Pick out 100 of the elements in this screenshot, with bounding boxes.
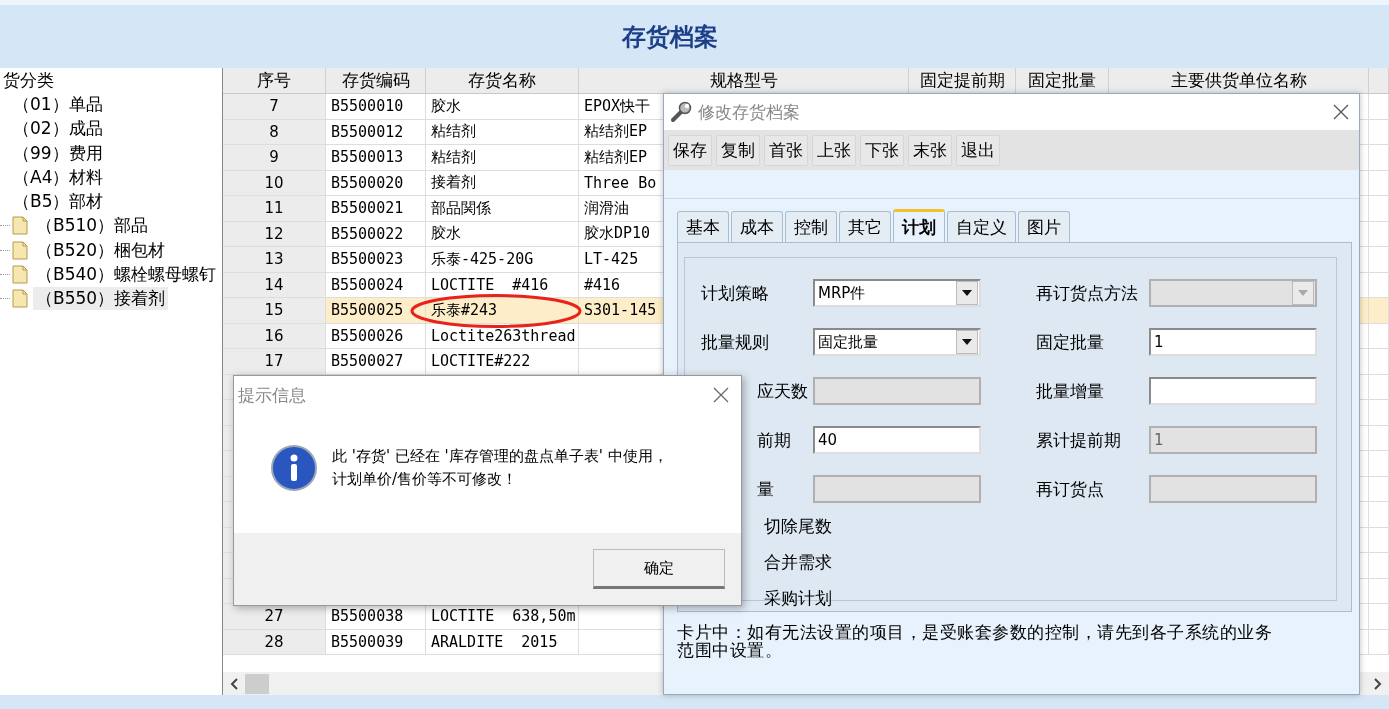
scroll-right-icon[interactable] — [1373, 677, 1383, 690]
tree-item[interactable]: （B520）梱包材 — [33, 238, 169, 262]
table-cell: B5500027 — [326, 349, 426, 374]
field-label: 量 — [757, 477, 775, 501]
checkbox-label: 采购计划 — [764, 587, 833, 610]
table-cell: 胶水 — [426, 221, 579, 246]
page-icon — [12, 240, 28, 260]
tree-item[interactable]: （B540）螺栓螺母螺钉 — [33, 263, 220, 286]
tree-item[interactable]: （B5）部材 — [10, 190, 107, 214]
checkbox-label: 合并需求 — [764, 551, 833, 574]
toolbar-button[interactable]: 上张 — [812, 134, 856, 166]
dropdown-field[interactable]: MRP件 — [813, 279, 981, 307]
dialog-title: 提示信息 — [238, 383, 306, 407]
table-cell: 部品関係 — [426, 196, 579, 221]
row-header: 15 — [223, 298, 326, 323]
input-field[interactable] — [1149, 377, 1317, 405]
scrollbar-track[interactable] — [1360, 672, 1389, 695]
scroll-thumb[interactable] — [245, 673, 269, 694]
field-label: 再订货点 — [1036, 477, 1105, 501]
table-cell: 乐泰#243 — [426, 298, 579, 323]
scroll-left-icon[interactable] — [229, 677, 239, 690]
table-cell: B5500024 — [326, 272, 426, 297]
close-icon[interactable] — [1333, 104, 1349, 120]
row-header: 28 — [223, 629, 326, 654]
table-cell: B5500020 — [326, 170, 426, 195]
tab[interactable]: 基本 — [677, 211, 729, 242]
dropdown-arrow-icon — [962, 290, 972, 296]
dropdown-arrow-icon — [1298, 290, 1308, 296]
field-label: 累计提前期 — [1036, 428, 1122, 452]
table-cell: B5500025 — [326, 298, 426, 323]
table-cell: LOCTITE #416 — [426, 272, 579, 297]
tab[interactable]: 计划 — [893, 209, 945, 242]
tab[interactable]: 成本 — [731, 211, 783, 242]
tree-item[interactable]: 货分类 — [0, 68, 57, 92]
input-field[interactable]: 40 — [813, 426, 981, 454]
row-header: 13 — [223, 247, 326, 272]
table-cell: B5500039 — [326, 629, 426, 654]
toolbar-button[interactable]: 复制 — [716, 134, 760, 166]
column-header[interactable]: 存货名称 — [426, 68, 579, 93]
table-cell: 接着剂 — [426, 170, 579, 195]
table-cell: 粘结剂 — [426, 145, 579, 170]
table-cell: ARALDITE 2015 — [426, 629, 579, 654]
tab[interactable]: 控制 — [785, 211, 837, 242]
message-text: 计划单价/售价等不可修改！ — [332, 469, 519, 489]
row-header: 27 — [223, 604, 326, 629]
row-header: 14 — [223, 272, 326, 297]
row-header: 8 — [223, 119, 326, 144]
page-icon — [12, 265, 28, 284]
field-label: 批量增量 — [1036, 379, 1105, 403]
table-cell: B5500012 — [326, 119, 426, 144]
toolbar-button[interactable]: 末张 — [908, 134, 952, 166]
table-cell: Loctite263thread — [426, 323, 579, 348]
row-header: 7 — [223, 94, 326, 119]
row-header: 11 — [223, 196, 326, 221]
table-cell: B5500022 — [326, 221, 426, 246]
row-header: 10 — [223, 170, 326, 195]
field-label: 批量规则 — [701, 330, 770, 354]
row-header: 12 — [223, 221, 326, 246]
page-icon — [12, 289, 28, 309]
tree-item[interactable]: （A4）材料 — [10, 165, 107, 189]
table-cell: 粘结剂 — [426, 119, 579, 144]
table-cell: B5500013 — [326, 145, 426, 170]
toolbar-button[interactable]: 退出 — [956, 134, 1000, 166]
tree-item[interactable]: （99）费用 — [10, 141, 106, 165]
page-title: 存货档案 — [621, 21, 718, 53]
row-header: 17 — [223, 349, 326, 374]
toolbar-button[interactable]: 下张 — [860, 134, 904, 166]
tree-item[interactable]: （02）成品 — [10, 117, 106, 141]
field-label: 再订货点方法 — [1036, 281, 1139, 305]
page-icon — [12, 216, 28, 236]
row-header: 9 — [223, 145, 326, 170]
table-cell: 乐泰-425-20G — [426, 247, 579, 272]
message-text: 此 '存货' 已经在 '库存管理的盘点单子表' 中使用， — [332, 446, 668, 466]
hint-text: 卡片中：如有无法设置的项目，是受账套参数的控制，请先到各子系统的业务范围中设置。 — [677, 624, 1273, 660]
table-cell: B5500021 — [326, 196, 426, 221]
horizontal-scrollbar[interactable] — [223, 672, 663, 695]
toolbar-button[interactable]: 保存 — [668, 134, 712, 166]
field-label: 前期 — [757, 428, 792, 452]
tree-item[interactable]: （B550）接着剂 — [33, 287, 169, 311]
column-header[interactable]: 序号 — [223, 68, 326, 93]
field-label: 应天数 — [757, 379, 809, 403]
tab[interactable]: 其它 — [839, 211, 891, 242]
table-cell: B5500026 — [326, 323, 426, 348]
tab[interactable]: 图片 — [1018, 211, 1070, 242]
close-icon[interactable] — [713, 387, 729, 403]
dropdown-field[interactable]: 固定批量 — [813, 328, 981, 356]
input-field[interactable]: 1 — [1149, 328, 1317, 356]
ok-button[interactable]: 确定 — [593, 549, 725, 589]
tree-item[interactable]: （B510）部品 — [33, 214, 152, 238]
dropdown-arrow-icon — [962, 339, 972, 345]
table-cell: LOCTITE#222 — [426, 349, 579, 374]
field-label: 固定批量 — [1036, 330, 1105, 354]
tree-item[interactable]: （01）单品 — [10, 92, 106, 116]
table-cell: B5500010 — [326, 94, 426, 119]
column-header[interactable]: 存货编码 — [326, 68, 426, 93]
row-header: 16 — [223, 323, 326, 348]
tab[interactable]: 自定义 — [947, 211, 1016, 242]
toolbar-button[interactable]: 首张 — [764, 134, 808, 166]
info-icon — [270, 443, 318, 492]
table-cell: 胶水 — [426, 94, 579, 119]
